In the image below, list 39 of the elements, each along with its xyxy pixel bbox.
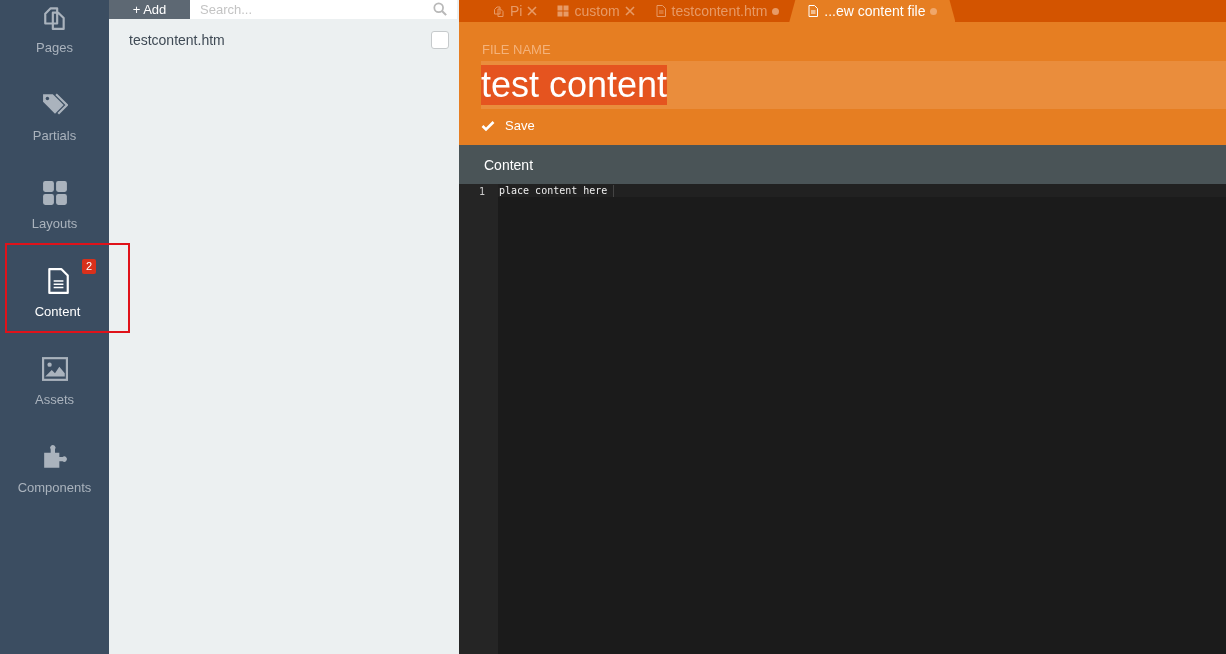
image-icon [41,356,68,382]
search-field[interactable]: Search... [190,0,457,19]
grid-icon [557,5,570,17]
sidebar-item[interactable]: Assets [0,332,109,420]
sidebar-item[interactable]: Pages [0,0,109,68]
sidebar-label: Components [17,480,92,495]
sidebar-item[interactable]: Layouts [0,156,109,244]
sidebar-label: Content [34,304,81,319]
document-icon [807,5,820,17]
editor-tab[interactable]: ...ew content file [789,0,956,22]
code-editor[interactable]: 1 place content here [459,184,1226,654]
save-button[interactable]: Save [481,118,535,133]
sidebar-item[interactable]: Content 2 [6,244,129,332]
grid-icon [41,180,68,206]
checkmark-icon [481,119,495,132]
modified-dot [930,7,938,15]
search-icon [433,2,447,16]
file-name[interactable]: testcontent.htm [129,32,225,48]
add-button[interactable]: + Add [109,0,190,19]
sidebar-label: Layouts [31,216,78,231]
puzzle-icon [41,444,68,470]
sidebar-item[interactable]: Partials [0,68,109,156]
checkbox[interactable] [431,31,449,49]
count-badge: 2 [82,259,97,274]
modified-dot [772,7,780,15]
sidebar-label: Partials [32,128,77,143]
sidebar-item[interactable]: Components [0,420,109,508]
document-icon [654,5,667,17]
close-icon[interactable] [527,6,538,16]
pages-icon [41,4,68,30]
sidebar-label: Assets [35,392,74,407]
file-name-field[interactable]: test content [481,61,1226,109]
line-number: 1 [477,185,485,198]
pages-icon [493,5,505,17]
field-label: FILE NAME [482,42,552,57]
sidebar-label: Pages [36,40,73,55]
section-title: Content [484,157,534,173]
close-icon[interactable] [624,6,635,16]
code-line: place content here [499,184,608,197]
